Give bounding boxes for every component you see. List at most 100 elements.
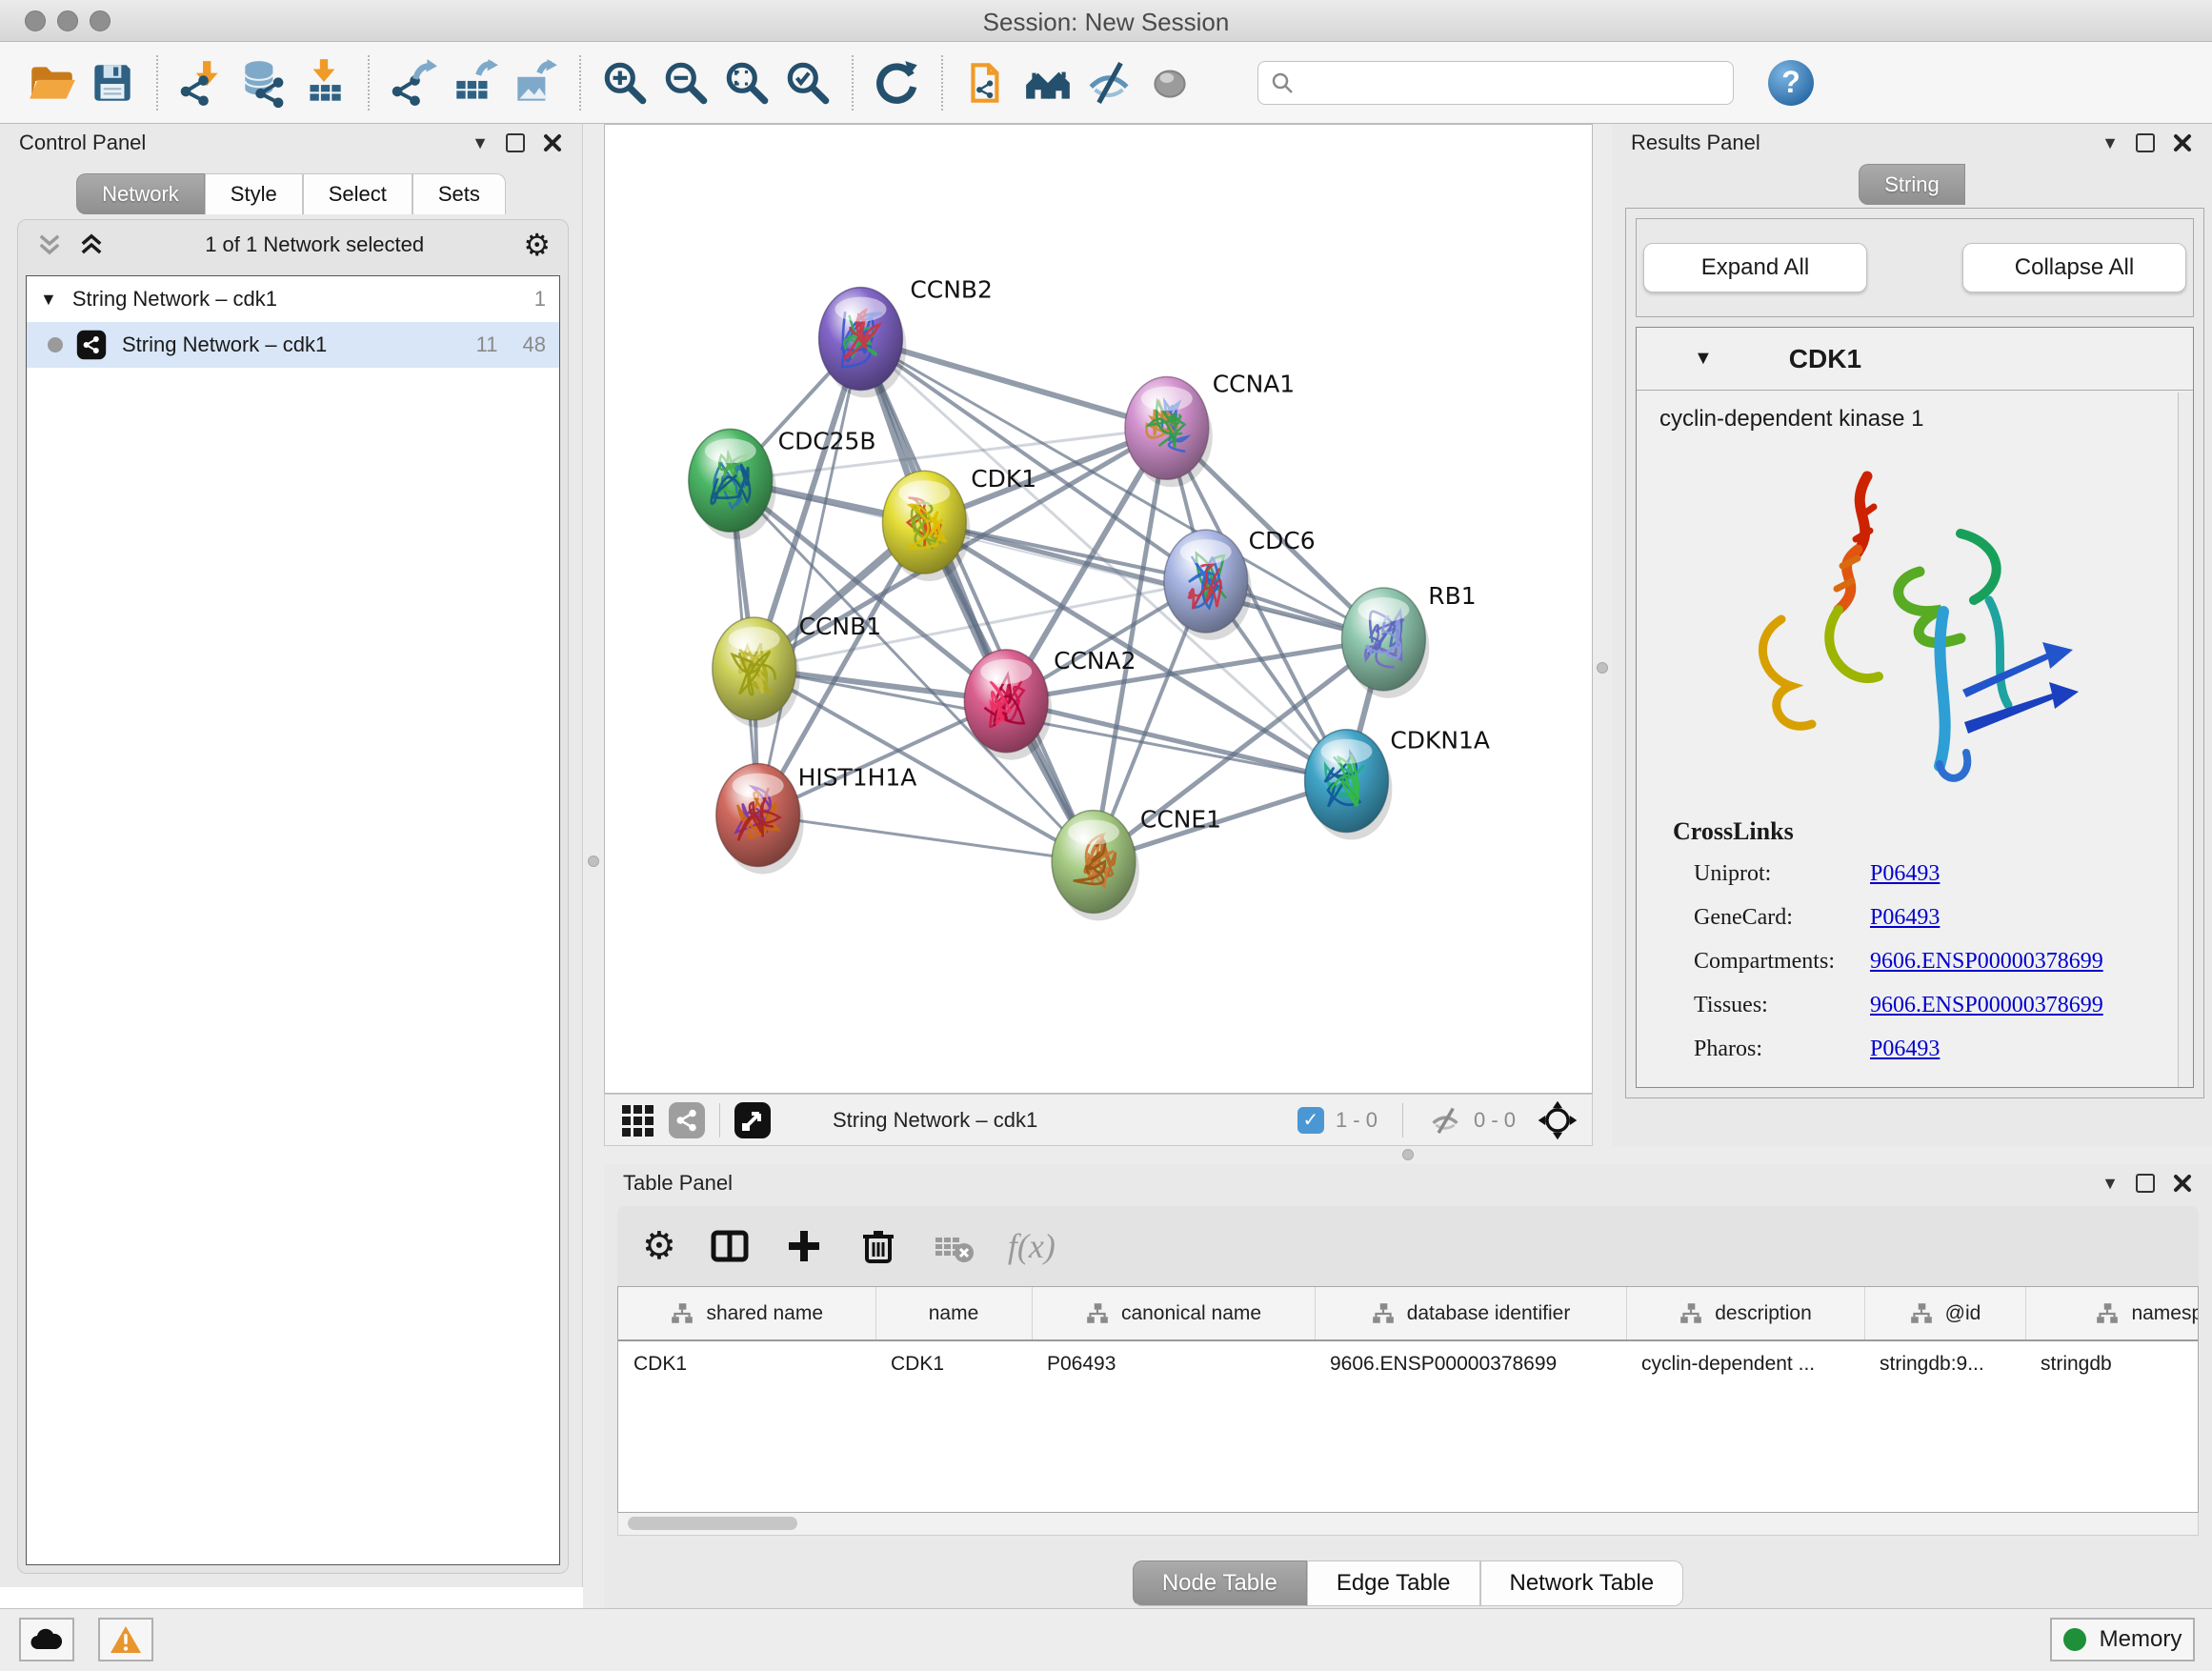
node-details-header[interactable]: ▼ CDK1 bbox=[1637, 328, 2193, 391]
network-node-HIST1H1A[interactable] bbox=[716, 764, 804, 875]
export-network-button[interactable] bbox=[388, 55, 439, 111]
tab-node-table[interactable]: Node Table bbox=[1133, 1560, 1307, 1606]
cell-description[interactable]: cyclin-dependent ... bbox=[1626, 1340, 1864, 1386]
crosslink-compartments-link[interactable]: 9606.ENSP00000378699 bbox=[1870, 939, 2103, 983]
column-header-database-identifier[interactable]: database identifier bbox=[1315, 1287, 1626, 1340]
create-column-plus-icon[interactable] bbox=[783, 1225, 825, 1267]
network-graph[interactable]: CCNB2CCNA1CDC25BCDK1CDC6RB1CCNB1CCNA2CDK… bbox=[605, 125, 1592, 1093]
network-node-CCNB2[interactable] bbox=[819, 288, 907, 398]
tab-edge-table[interactable]: Edge Table bbox=[1307, 1560, 1480, 1606]
show-graphics-button[interactable] bbox=[1144, 55, 1196, 111]
network-edge[interactable] bbox=[758, 815, 1094, 862]
expand-all-networks-icon[interactable] bbox=[77, 231, 106, 259]
panel-float-icon[interactable] bbox=[2136, 1174, 2155, 1193]
panel-menu-icon[interactable]: ▼ bbox=[2101, 1174, 2119, 1194]
panel-menu-icon[interactable]: ▼ bbox=[2101, 133, 2119, 153]
tab-network[interactable]: Network bbox=[76, 173, 205, 214]
panel-float-icon[interactable] bbox=[2136, 133, 2155, 152]
cell-database-identifier[interactable]: 9606.ENSP00000378699 bbox=[1315, 1340, 1626, 1386]
column-header-name[interactable]: name bbox=[875, 1287, 1032, 1340]
table-horizontal-scrollbar[interactable] bbox=[617, 1513, 2199, 1536]
cell-name[interactable]: CDK1 bbox=[875, 1340, 1032, 1386]
tree-expand-icon[interactable]: ▼ bbox=[40, 290, 57, 310]
network-canvas[interactable]: CCNB2CCNA1CDC25BCDK1CDC6RB1CCNB1CCNA2CDK… bbox=[604, 124, 1593, 1094]
cloud-status-button[interactable] bbox=[19, 1618, 74, 1661]
panel-close-icon[interactable] bbox=[542, 132, 563, 153]
export-table-button[interactable] bbox=[449, 55, 500, 111]
table-row[interactable]: CDK1 CDK1 P06493 9606.ENSP00000378699 cy… bbox=[618, 1340, 2199, 1386]
vertical-splitter-left[interactable] bbox=[583, 124, 604, 1608]
cell-shared-name[interactable]: CDK1 bbox=[618, 1340, 875, 1386]
network-node-RB1[interactable] bbox=[1341, 588, 1429, 698]
import-network-file-button[interactable] bbox=[176, 55, 228, 111]
splitter-grip[interactable] bbox=[588, 856, 599, 867]
import-network-database-button[interactable] bbox=[237, 55, 289, 111]
splitter-grip[interactable] bbox=[1597, 662, 1608, 674]
delete-column-trash-icon[interactable] bbox=[857, 1225, 899, 1267]
column-header-id[interactable]: @id bbox=[1864, 1287, 2025, 1340]
cell-id[interactable]: stringdb:9... bbox=[1864, 1340, 2025, 1386]
tab-network-table[interactable]: Network Table bbox=[1480, 1560, 1684, 1606]
table-options-gear-icon[interactable]: ⚙ bbox=[642, 1227, 676, 1265]
network-edge[interactable] bbox=[860, 339, 1166, 429]
column-header-description[interactable]: description bbox=[1626, 1287, 1864, 1340]
expand-all-button[interactable]: Expand All bbox=[1643, 243, 1867, 292]
selected-checkbox-icon[interactable]: ✓ bbox=[1297, 1107, 1324, 1134]
crosslink-genecard-link[interactable]: P06493 bbox=[1870, 896, 1940, 939]
network-node-CDK1[interactable] bbox=[882, 471, 970, 581]
column-header-namespace[interactable]: namespace bbox=[2025, 1287, 2199, 1340]
clone-network-button[interactable] bbox=[961, 55, 1013, 111]
memory-button[interactable]: Memory bbox=[2050, 1618, 2195, 1661]
search-input[interactable] bbox=[1304, 64, 1721, 102]
crosslink-uniprot-link[interactable]: P06493 bbox=[1870, 852, 1940, 896]
scrollbar-thumb[interactable] bbox=[628, 1517, 797, 1530]
splitter-grip[interactable] bbox=[1402, 1149, 1414, 1160]
collapse-all-networks-icon[interactable] bbox=[35, 231, 64, 259]
zoom-selected-button[interactable] bbox=[782, 55, 834, 111]
panel-close-icon[interactable] bbox=[2172, 132, 2193, 153]
column-header-canonical-name[interactable]: canonical name bbox=[1032, 1287, 1315, 1340]
hide-unhide-button[interactable] bbox=[1083, 55, 1135, 111]
network-node-CCNA1[interactable] bbox=[1125, 376, 1213, 487]
warnings-button[interactable] bbox=[98, 1618, 153, 1661]
panel-float-icon[interactable] bbox=[506, 133, 525, 152]
cell-canonical-name[interactable]: P06493 bbox=[1032, 1340, 1315, 1386]
results-scrollbar[interactable] bbox=[2178, 393, 2193, 1087]
panel-close-icon[interactable] bbox=[2172, 1173, 2193, 1194]
zoom-in-button[interactable] bbox=[599, 55, 651, 111]
zoom-out-button[interactable] bbox=[660, 55, 712, 111]
open-session-button[interactable] bbox=[26, 55, 77, 111]
home-string-button[interactable] bbox=[1022, 55, 1074, 111]
help-button[interactable]: ? bbox=[1768, 60, 1814, 106]
network-view-icon[interactable] bbox=[668, 1101, 706, 1139]
collapse-entry-icon[interactable]: ▼ bbox=[1694, 348, 1713, 370]
network-edge[interactable] bbox=[758, 339, 861, 815]
cell-namespace[interactable]: stringdb bbox=[2025, 1340, 2199, 1386]
grid-view-icon[interactable] bbox=[618, 1101, 656, 1139]
network-node-CCNE1[interactable] bbox=[1052, 811, 1139, 921]
tab-style[interactable]: Style bbox=[205, 173, 303, 214]
network-collection-row[interactable]: ▼ String Network – cdk1 1 bbox=[27, 276, 559, 322]
delete-table-icon[interactable] bbox=[932, 1224, 975, 1268]
tab-select[interactable]: Select bbox=[303, 173, 412, 214]
collapse-all-button[interactable]: Collapse All bbox=[1962, 243, 2186, 292]
tab-sets[interactable]: Sets bbox=[412, 173, 506, 214]
network-node-CDC6[interactable] bbox=[1164, 530, 1252, 640]
vertical-splitter-right[interactable] bbox=[1593, 124, 1612, 1146]
network-node-CCNB1[interactable] bbox=[713, 617, 800, 728]
toolbar-search-field[interactable] bbox=[1257, 61, 1734, 105]
crosslink-tissues-link[interactable]: 9606.ENSP00000378699 bbox=[1870, 983, 2103, 1027]
network-node-CDKN1A[interactable] bbox=[1305, 730, 1393, 840]
horizontal-splitter[interactable] bbox=[583, 1146, 2212, 1164]
export-image-button[interactable] bbox=[510, 55, 561, 111]
column-header-shared-name[interactable]: shared name bbox=[618, 1287, 875, 1340]
show-columns-icon[interactable] bbox=[709, 1225, 751, 1267]
panel-menu-icon[interactable]: ▼ bbox=[472, 133, 489, 153]
fit-selection-crosshair-icon[interactable] bbox=[1537, 1099, 1579, 1141]
save-session-button[interactable] bbox=[87, 55, 138, 111]
birds-eye-view-icon[interactable] bbox=[734, 1101, 772, 1139]
zoom-fit-button[interactable] bbox=[721, 55, 773, 111]
network-edge[interactable] bbox=[1006, 701, 1346, 781]
refresh-button[interactable] bbox=[872, 55, 923, 111]
tab-string[interactable]: String bbox=[1859, 164, 1964, 205]
